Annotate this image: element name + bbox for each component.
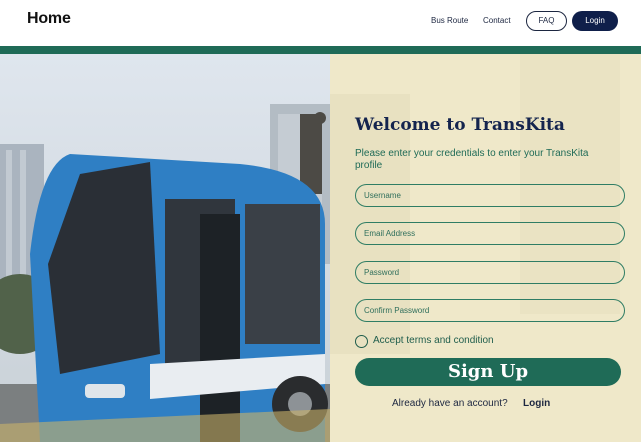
signup-button[interactable]: Sign Up [355,358,621,386]
username-input[interactable]: Username [355,184,625,207]
email-input[interactable]: Email Address [355,222,625,245]
terms-label: Accept terms and condition [373,335,494,346]
login-link[interactable]: Login [523,398,550,409]
signup-form: Welcome to TransKita Please enter your c… [0,0,641,442]
password-input[interactable]: Password [355,261,625,284]
already-account-text: Already have an account? [392,398,508,409]
form-subtitle: Please enter your credentials to enter y… [355,148,589,171]
welcome-title: Welcome to TransKita [355,115,565,135]
confirm-password-input[interactable]: Confirm Password [355,299,625,322]
terms-checkbox[interactable] [355,335,368,348]
